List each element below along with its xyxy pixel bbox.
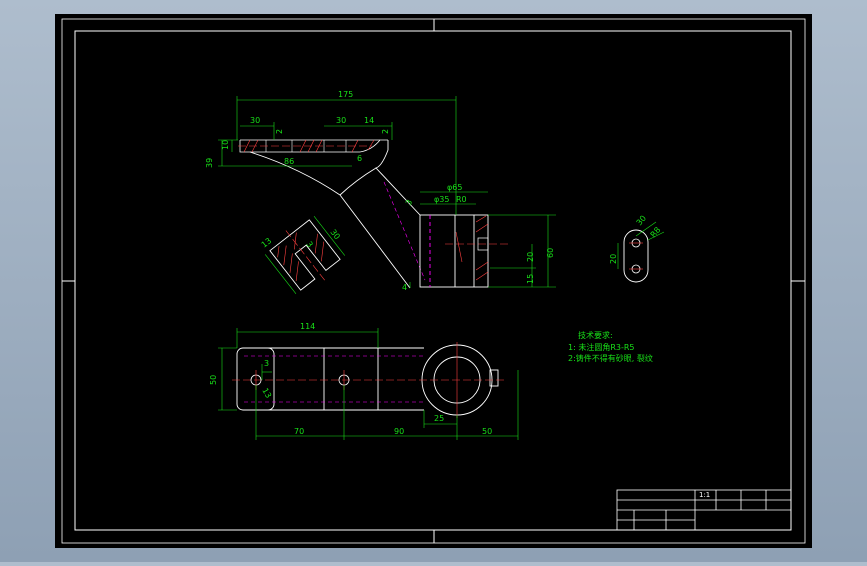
bottom-dim-length: 114	[300, 322, 315, 331]
dim-left-height: 39	[205, 158, 214, 168]
dim-right-gap: 2	[381, 129, 390, 134]
bottom-dim-seg2: 90	[394, 427, 404, 436]
dim-mid-right: 14	[364, 116, 374, 125]
dim-height: 10	[221, 140, 230, 150]
dim-fillet: 6	[357, 154, 362, 163]
bottom-dim-hole: 3	[264, 359, 269, 368]
notes-line1: 1: 未注圆角R3-R5	[568, 342, 635, 352]
dim-bore-dia2: R0	[456, 195, 467, 204]
dim-left-pad: 30	[250, 116, 260, 125]
dim-boss-mid: 20	[526, 252, 535, 262]
dim-bottom: 4	[402, 283, 407, 292]
dim-overall-length: 175	[338, 90, 353, 99]
dim-bore-dia: φ35	[434, 195, 449, 204]
bottom-dim-height: 50	[209, 375, 218, 385]
bottom-dim-seg3: 50	[482, 427, 492, 436]
drawing-sheet	[55, 14, 812, 548]
drawing-canvas: 1:1 175 30 2 30 14 2 10 86 39 6 φ65 φ35 …	[55, 14, 812, 548]
dim-mid-pad: 30	[336, 116, 346, 125]
dim-boss-height: 60	[546, 248, 555, 258]
bottom-dim-slot: 25	[434, 414, 444, 423]
bottom-dim-seg1: 70	[294, 427, 304, 436]
dim-inner-length: 86	[284, 157, 294, 166]
dim-boss-dia: φ65	[447, 183, 462, 192]
notes-title: 技术要求:	[578, 330, 613, 340]
dim-left-gap: 2	[275, 129, 284, 134]
dim-boss-low: 15	[526, 274, 535, 284]
notes-line2: 2:铸件不得有砂眼, 裂纹	[568, 353, 653, 363]
scale-label: 1:1	[699, 491, 710, 499]
side-dim-height: 20	[609, 254, 618, 264]
cad-viewport[interactable]: 1:1 175 30 2 30 14 2 10 86 39 6 φ65 φ35 …	[0, 0, 867, 562]
